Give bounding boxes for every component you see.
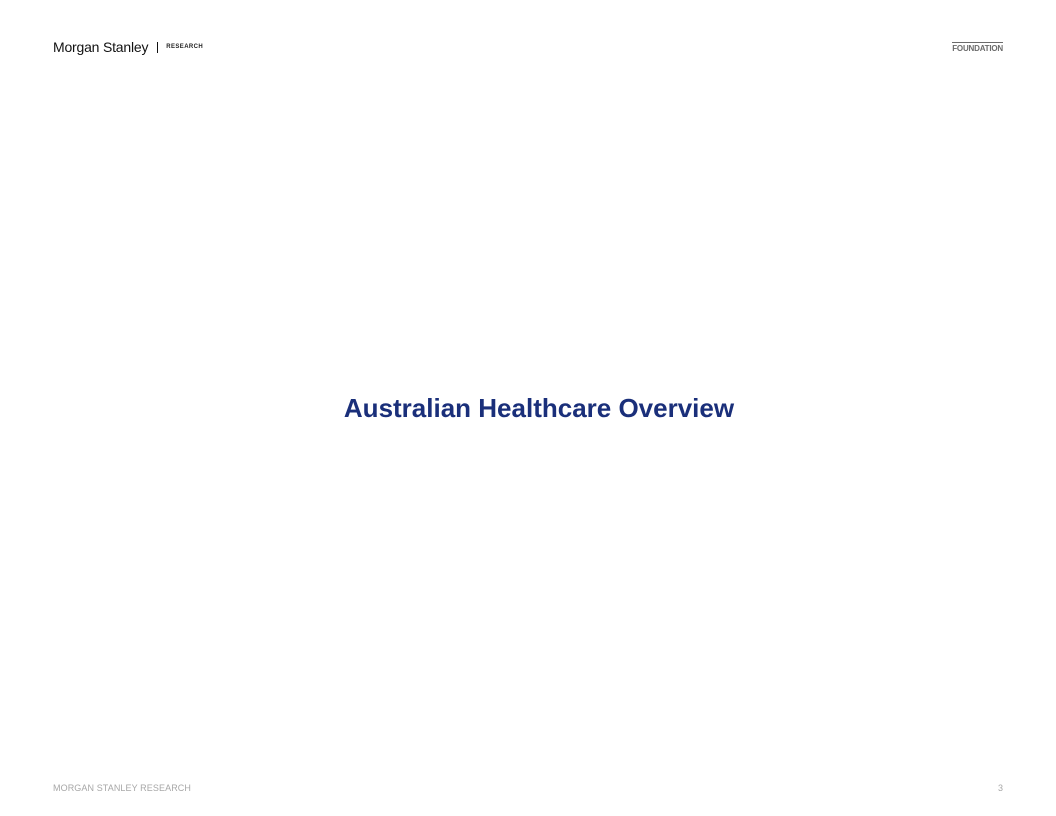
page-number: 3 <box>997 783 1003 793</box>
page-header: Morgan Stanley RESEARCH FOUNDATION <box>53 38 1003 58</box>
brand-name: Morgan Stanley <box>53 39 149 55</box>
foundation-badge: FOUNDATION <box>952 42 1003 53</box>
slide-title: Australian Healthcare Overview <box>343 393 735 423</box>
brand-divider <box>157 41 159 53</box>
brand-subtitle: RESEARCH <box>166 44 204 50</box>
brand-logo: Morgan Stanley RESEARCH <box>53 39 203 55</box>
footer-source: MORGAN STANLEY RESEARCH <box>53 783 191 793</box>
